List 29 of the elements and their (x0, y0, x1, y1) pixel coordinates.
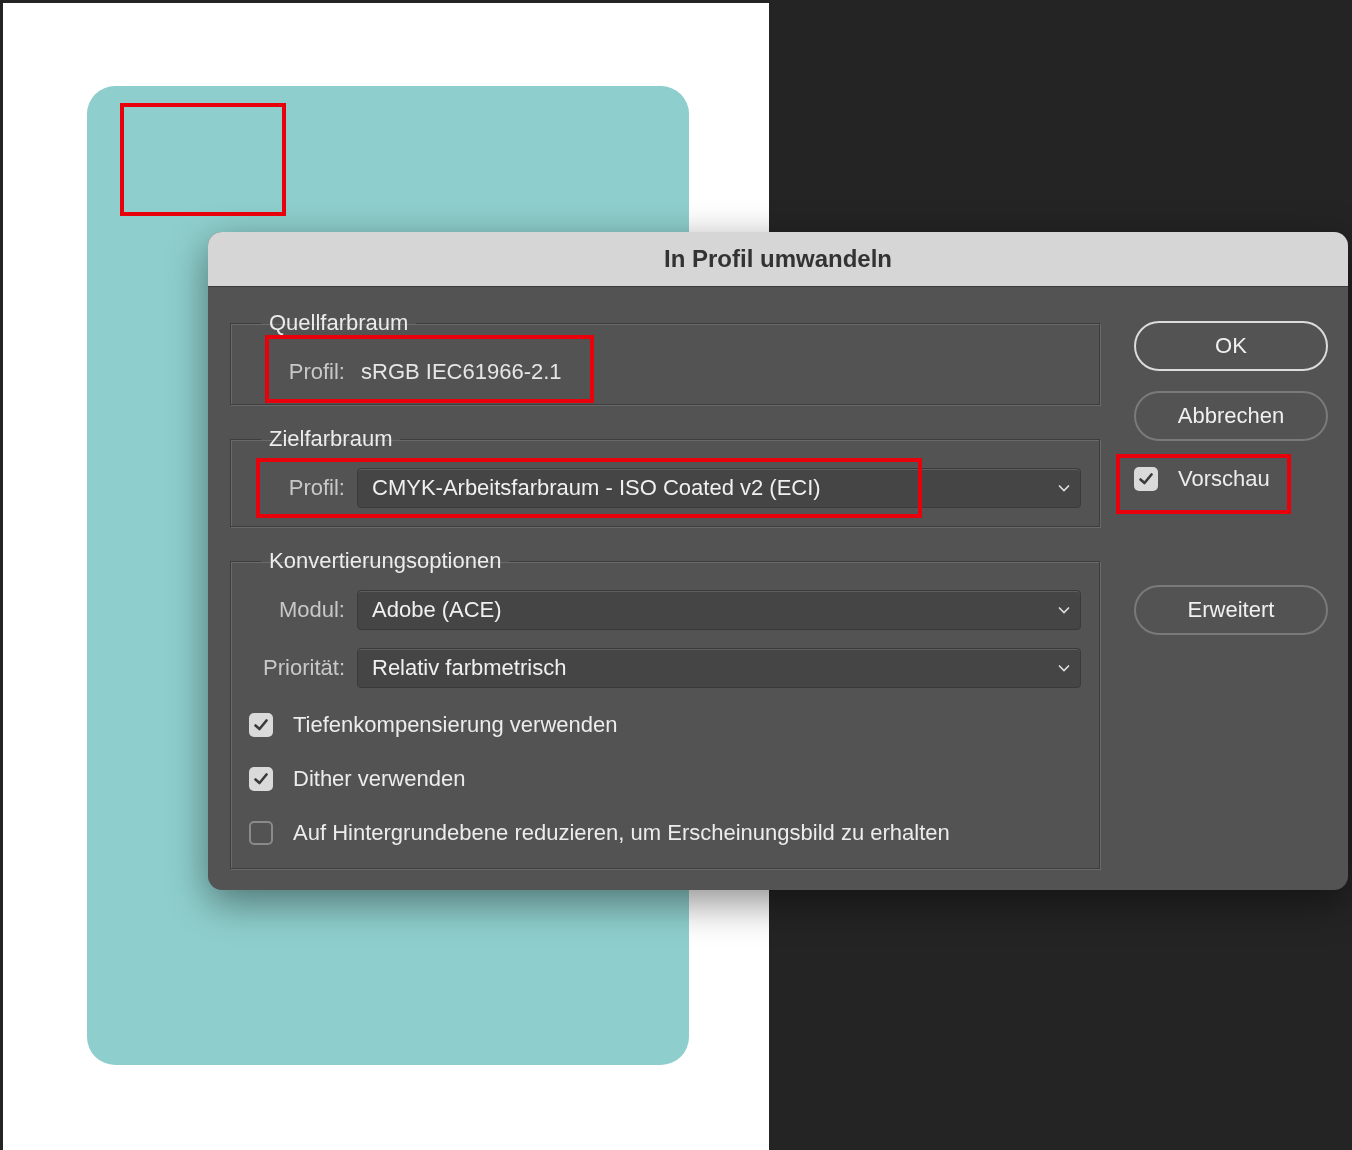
chevron-down-icon (1058, 606, 1070, 614)
dialog-button[interactable]: Abbrechen (1134, 391, 1328, 441)
dialog-button[interactable]: OK (1134, 321, 1328, 371)
dialog-button[interactable]: Erweitert (1134, 585, 1328, 635)
group-title: Quellfarbraum (268, 310, 410, 336)
checkmark-icon (254, 719, 268, 731)
checkbox[interactable] (249, 821, 273, 845)
checkmark-icon (1139, 473, 1153, 485)
checkbox[interactable] (249, 713, 273, 737)
group-title: Konvertierungsoptionen (268, 548, 503, 574)
group-title: Zielfarbraum (268, 426, 394, 452)
checkbox-label: Auf Hintergrundebene reduzieren, um Erscheinungsbild zu erhalten (293, 820, 950, 846)
profile-value: sRGB IEC61966-2.1 (360, 358, 562, 386)
chevron-down-icon (1058, 484, 1070, 492)
checkmark-icon (254, 773, 268, 785)
checkbox-label: Dither verwenden (293, 766, 466, 792)
dropdown[interactable]: Relativ farbmetrisch (357, 648, 1081, 688)
field-label: Modul: (277, 597, 345, 623)
field-label: Priorität: (262, 655, 345, 681)
checkbox-label: Tiefenkompensierung verwenden (293, 712, 618, 738)
checkbox-label: Vorschau (1178, 466, 1270, 492)
field-label: Profil: (287, 359, 345, 385)
dropdown[interactable]: CMYK-Arbeitsfarbraum - ISO Coated v2 (ECI) (357, 468, 1081, 508)
chevron-down-icon (1058, 664, 1070, 672)
checkbox[interactable] (1134, 467, 1158, 491)
dropdown[interactable]: Adobe (ACE) (357, 590, 1081, 630)
checkbox[interactable] (249, 767, 273, 791)
window-title: In Profil umwandeln (664, 245, 892, 273)
field-label: Profil: (287, 475, 345, 501)
